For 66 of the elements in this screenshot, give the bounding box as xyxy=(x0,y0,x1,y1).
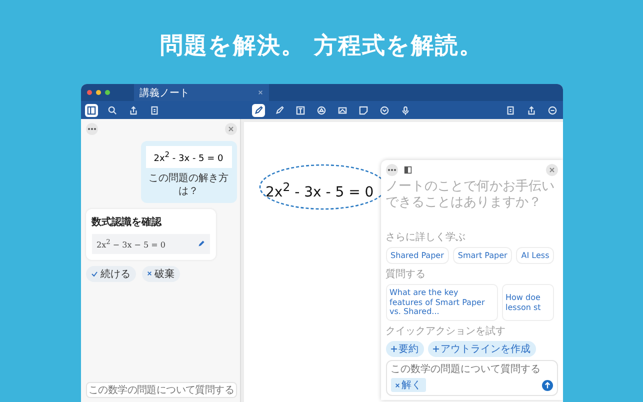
chevron-circle-icon xyxy=(380,106,389,114)
tool-button[interactable] xyxy=(273,104,286,116)
assistant-prompt: ノートのことで何かお手伝いできることはありますか？ xyxy=(386,179,556,212)
close-icon xyxy=(146,271,152,276)
toolbar-button[interactable] xyxy=(84,104,98,116)
suggested-question[interactable]: How doe lesson st xyxy=(502,284,554,321)
image-icon xyxy=(338,106,347,114)
tool-button[interactable] xyxy=(378,104,391,116)
close-icon xyxy=(258,90,262,95)
tool-button[interactable] xyxy=(294,104,307,116)
sidebar-icon xyxy=(86,106,96,114)
assistant-input[interactable]: この数学の問題について質問する 解く xyxy=(386,360,558,396)
page-icon xyxy=(506,106,514,114)
close-icon xyxy=(394,382,400,388)
close-icon xyxy=(548,167,554,173)
sticker-icon xyxy=(359,106,368,114)
microphone-icon xyxy=(401,106,410,114)
equation-image: 2x$^{2}$ - 3x - 5 = 0 xyxy=(146,146,232,168)
zoom-dot[interactable] xyxy=(104,90,110,95)
page-icon xyxy=(150,106,158,114)
pen-icon xyxy=(254,106,263,114)
close-button[interactable] xyxy=(224,123,236,135)
question-field[interactable]: この数学の問題について質問する xyxy=(86,382,236,398)
pencil-icon[interactable] xyxy=(198,240,204,248)
sidebar-icon[interactable] xyxy=(404,166,412,174)
minimize-dot[interactable] xyxy=(96,90,100,95)
toolbar-button[interactable] xyxy=(546,104,558,116)
question-text: この問題の解き方は？ xyxy=(148,172,230,198)
section-label: さらに詳しく学ぶ xyxy=(386,230,466,244)
section-label: 質問する xyxy=(386,268,426,282)
discard-button[interactable]: 破棄 xyxy=(142,266,180,282)
send-button[interactable] xyxy=(542,380,552,390)
text-box-icon xyxy=(296,106,305,114)
solve-tag[interactable]: 解く xyxy=(390,378,426,392)
close-icon xyxy=(228,126,234,132)
pencil-icon xyxy=(275,106,284,114)
topic-chip[interactable]: AI Less xyxy=(516,247,554,264)
tool-button[interactable] xyxy=(315,104,328,116)
shapes-icon xyxy=(317,106,326,114)
close-button[interactable] xyxy=(546,164,558,176)
tool-button[interactable] xyxy=(252,104,265,116)
suggested-question[interactable]: What are the key features of Smart Paper vs. Shared... xyxy=(386,284,498,321)
plus-icon xyxy=(432,346,438,352)
handwritten-equation: 2x$^{2}$ - 3x - 5 = 0 xyxy=(266,180,374,201)
document-tab[interactable]: 講義ノート xyxy=(134,84,268,101)
toolbar-button[interactable] xyxy=(106,104,118,116)
quick-action-chip[interactable]: アウトラインを作成 xyxy=(428,341,536,357)
share-icon xyxy=(526,106,536,114)
plus-icon xyxy=(390,346,396,352)
tool-button[interactable] xyxy=(357,104,370,116)
quick-action-chip[interactable]: 要約 xyxy=(386,341,424,357)
headline: 問題を解決。 方程式を解読。 xyxy=(160,32,483,61)
more-button[interactable] xyxy=(86,123,98,135)
close-dot[interactable] xyxy=(86,90,92,95)
card-title: 数式認識を確認 xyxy=(92,216,163,229)
search-icon xyxy=(108,106,116,114)
check-icon xyxy=(90,270,98,277)
share-icon xyxy=(128,106,138,114)
formula-text: 2x$^{2}$ − 3x − 5 = 0 xyxy=(96,238,166,250)
minus-circle-icon xyxy=(548,106,556,114)
arrow-up-icon xyxy=(544,382,550,388)
continue-button[interactable]: 続ける xyxy=(86,266,136,282)
section-label: クイックアクションを試す xyxy=(386,324,506,338)
topic-chip[interactable]: Shared Paper xyxy=(386,247,449,264)
topic-chip[interactable]: Smart Paper xyxy=(452,247,512,264)
more-button[interactable] xyxy=(386,164,398,176)
